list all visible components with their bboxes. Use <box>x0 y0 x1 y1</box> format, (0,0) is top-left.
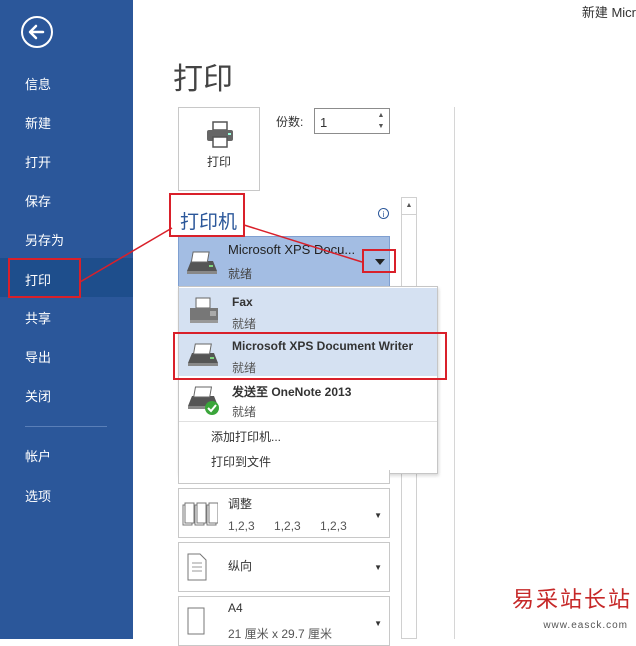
annotation-box-print <box>8 258 81 298</box>
annotation-box-printer-heading <box>169 193 245 237</box>
watermark-url: www.easck.com <box>543 620 628 631</box>
watermark-logo: 易采站长站 <box>511 588 632 613</box>
annotation-box-xps-option <box>173 332 447 380</box>
annotation-lines <box>79 224 363 283</box>
annotation-box-dropdown-arrow <box>362 249 396 273</box>
